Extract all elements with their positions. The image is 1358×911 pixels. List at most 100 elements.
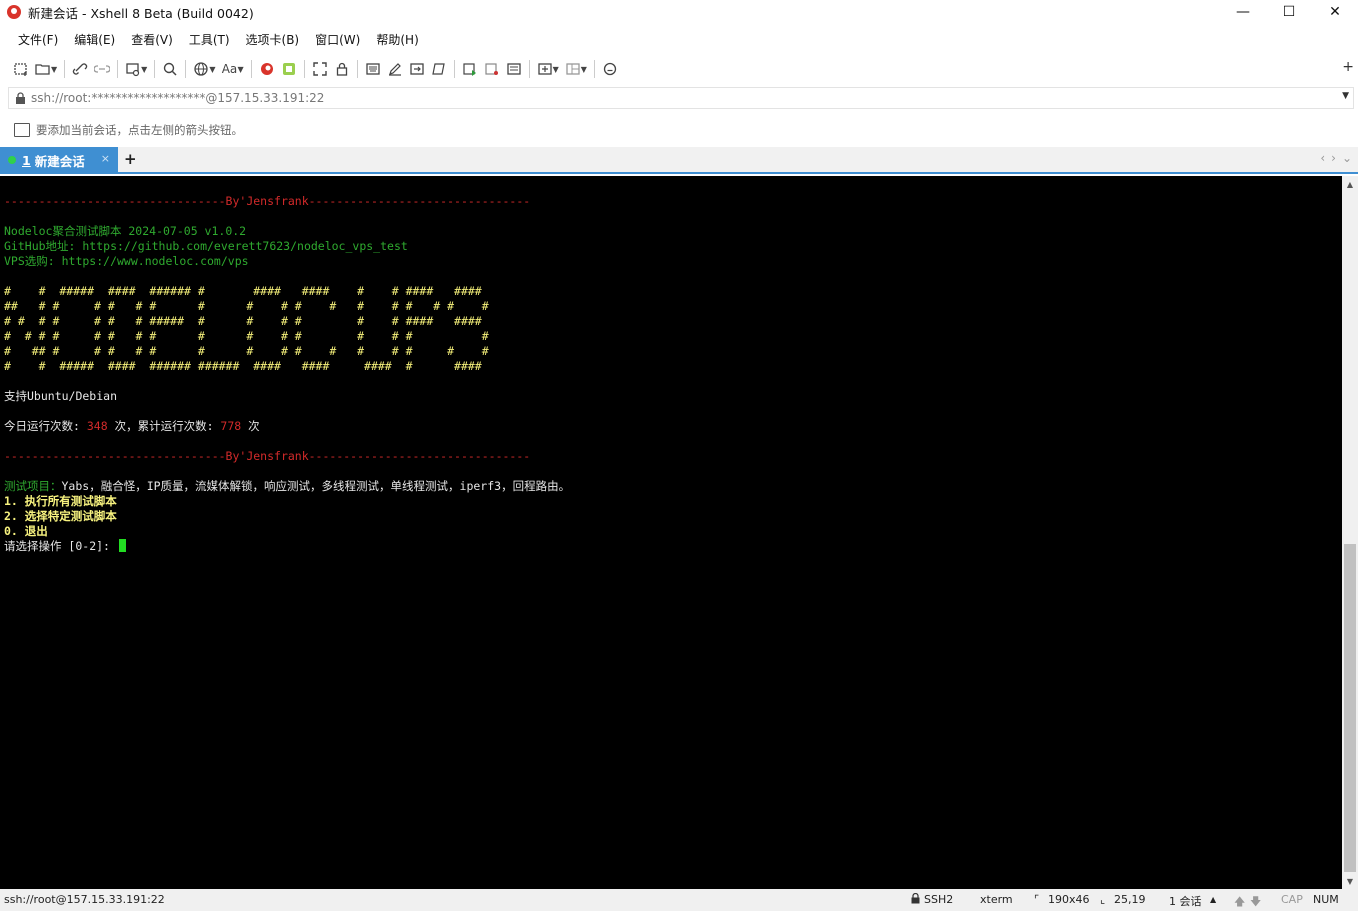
tab-label: 新建会话 [34, 153, 85, 169]
chevron-down-icon[interactable]: ▼ [209, 65, 215, 74]
toolbar-divider [453, 60, 455, 78]
chat-icon[interactable] [599, 58, 621, 80]
status-sessions[interactable]: 1 会话 [1169, 893, 1202, 909]
ascii-art-line: # ## # # # # # # # # # # # # # # # [4, 344, 489, 358]
status-num-lock: NUM [1313, 893, 1339, 906]
ascii-art-line: # # ##### #### ###### ###### #### #### #… [4, 359, 482, 373]
chevron-down-icon[interactable]: ▼ [581, 65, 587, 74]
toolbar-divider [303, 60, 305, 78]
connected-status-icon [8, 156, 16, 164]
chevron-up-icon[interactable]: ▲ [1210, 895, 1216, 904]
status-protocol: SSH2 [924, 893, 954, 906]
run-count-suffix: 次 [241, 419, 260, 433]
menu-tools[interactable]: 工具(T) [181, 31, 238, 48]
toolbar-add-button[interactable]: + [1342, 59, 1354, 75]
menu-option-1: 1. 执行所有测试脚本 [4, 494, 117, 508]
terminal-output[interactable]: --------------------------------By'Jensf… [0, 176, 1342, 889]
tab-new-session[interactable]: 1 新建会话 × [0, 147, 118, 173]
script-icon[interactable] [428, 58, 450, 80]
record-script-icon[interactable] [481, 58, 503, 80]
arrow-down-icon[interactable]: 🡇 [1250, 893, 1261, 911]
scroll-up-icon[interactable]: ▲ [1342, 176, 1358, 192]
toolbar-divider [64, 60, 66, 78]
test-items-line: 测试项目：Yabs，融合怪，IP质量，流媒体解锁，响应测试，多线程测试，单线程测… [4, 479, 1342, 494]
script-title: Nodeloc聚合测试脚本 2024-07-05 v1.0.2 [4, 224, 247, 238]
ascii-art-line: ## # # # # # # # # # # # # # # # # # [4, 299, 489, 313]
tab-close-icon[interactable]: × [101, 152, 110, 165]
tab-next-icon[interactable]: › [1331, 151, 1336, 165]
hint-text: 要添加当前会话，点击左侧的箭头按钮。 [36, 123, 243, 137]
scroll-thumb[interactable] [1344, 544, 1356, 872]
ascii-art-line: # # ##### #### ###### # #### #### # # ##… [4, 284, 482, 298]
tab-number: 1 [22, 152, 31, 168]
lock-icon[interactable] [331, 58, 353, 80]
toolbar-divider [356, 60, 358, 78]
menu-help[interactable]: 帮助(H) [368, 31, 426, 48]
tab-navigation: ‹ › ⌄ [1320, 151, 1352, 165]
compose-icon[interactable] [384, 58, 406, 80]
chevron-down-icon[interactable]: ▼ [1342, 91, 1349, 101]
ascii-art-line: # # # # # # # ##### # # # # # # #### ###… [4, 314, 482, 328]
session-hint-bar: 要添加当前会话，点击左侧的箭头按钮。 [0, 118, 1358, 142]
lock-icon [911, 892, 920, 907]
scroll-down-icon[interactable]: ▼ [1342, 873, 1358, 889]
log-icon[interactable] [503, 58, 525, 80]
menu-view[interactable]: 查看(V) [123, 31, 181, 48]
separator-line: --------------------------------By'Jensf… [4, 194, 531, 208]
menu-tabs[interactable]: 选项卡(B) [238, 31, 308, 48]
terminal-size-icon: ⌜ [1034, 893, 1040, 906]
xftp-icon[interactable] [278, 58, 300, 80]
ascii-art-line: # # # # # # # # # # # # # # # # [4, 329, 489, 343]
add-session-icon[interactable] [14, 123, 30, 137]
toolbar-divider [154, 60, 156, 78]
chevron-down-icon[interactable]: ▼ [141, 65, 147, 74]
prompt-line: 请选择操作 [0-2]: [4, 539, 1342, 554]
chevron-down-icon[interactable]: ▼ [237, 65, 243, 74]
tab-menu-icon[interactable]: ⌄ [1342, 151, 1352, 165]
chevron-down-icon[interactable]: ▼ [51, 65, 57, 74]
status-bar: ssh://root@157.15.33.191:22 SSH2 xterm ⌜… [0, 889, 1358, 911]
window-controls: — ☐ ✕ [1220, 0, 1358, 24]
transfer-icon[interactable] [406, 58, 428, 80]
maximize-button[interactable]: ☐ [1266, 0, 1312, 24]
new-session-icon[interactable] [10, 58, 32, 80]
minimize-button[interactable]: — [1220, 0, 1266, 24]
close-button[interactable]: ✕ [1312, 0, 1358, 24]
toolbar-divider [593, 60, 595, 78]
run-count-today: 348 [86, 419, 108, 433]
chevron-down-icon[interactable]: ▼ [553, 65, 559, 74]
terminal-cursor [118, 539, 126, 552]
address-input[interactable]: ssh://root:*******************@157.15.33… [31, 91, 324, 105]
status-terminal-type: xterm [980, 893, 1013, 906]
lock-icon [9, 92, 31, 104]
terminal-scrollbar[interactable]: ▲ ▼ [1342, 176, 1358, 889]
cursor-position-icon: ⌞ [1100, 893, 1106, 906]
menu-file[interactable]: 文件(F) [10, 31, 66, 48]
run-count-total: 778 [220, 419, 242, 433]
tab-bar: 1 新建会话 × + ‹ › ⌄ [0, 147, 1358, 174]
xshell-icon[interactable] [256, 58, 278, 80]
status-terminal-size: 190x46 [1048, 893, 1090, 906]
separator-line: --------------------------------By'Jensf… [4, 449, 531, 463]
search-icon[interactable] [159, 58, 181, 80]
run-count-line: 今日运行次数: 348 次，累计运行次数: 778 次 [4, 419, 1342, 434]
run-count-mid: 次，累计运行次数: [107, 419, 221, 433]
vps-url: VPS选购: https://www.nodeloc.com/vps [4, 254, 249, 268]
menu-edit[interactable]: 编辑(E) [66, 31, 123, 48]
support-text: 支持Ubuntu/Debian [4, 389, 118, 403]
menu-window[interactable]: 窗口(W) [307, 31, 368, 48]
keyboard-icon[interactable] [362, 58, 384, 80]
test-items-label: 测试项目： [4, 479, 62, 493]
prompt-text: 请选择操作 [0-2]: [4, 539, 117, 553]
connect-link-icon[interactable] [69, 58, 91, 80]
arrow-up-icon[interactable]: 🡅 [1234, 893, 1245, 911]
address-bar[interactable]: ssh://root:*******************@157.15.33… [8, 87, 1354, 109]
disconnect-link-icon[interactable] [91, 58, 113, 80]
play-script-icon[interactable] [459, 58, 481, 80]
status-connection: ssh://root@157.15.33.191:22 [4, 893, 165, 906]
fullscreen-icon[interactable] [309, 58, 331, 80]
add-tab-button[interactable]: + [124, 150, 137, 168]
window-title: 新建会话 - Xshell 8 Beta (Build 0042) [28, 5, 254, 21]
title-bar: 新建会话 - Xshell 8 Beta (Build 0042) — ☐ ✕ [0, 0, 1358, 24]
tab-prev-icon[interactable]: ‹ [1320, 151, 1325, 165]
